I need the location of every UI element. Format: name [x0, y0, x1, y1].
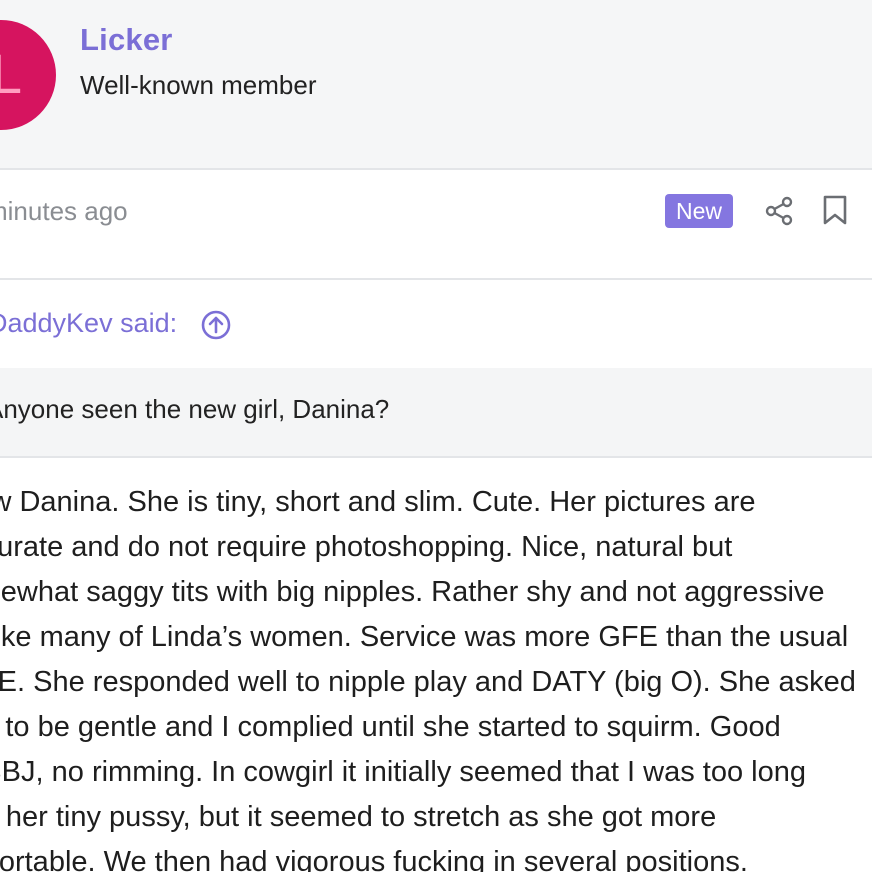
post-line: for her tiny pussy, but it seemed to str… [0, 801, 717, 833]
share-icon[interactable] [764, 196, 794, 226]
forum-post: L Licker Well-known member minutes ago N… [0, 0, 872, 872]
post-timestamp[interactable]: minutes ago [0, 196, 128, 227]
post-line: accurate and do not require photoshoppin… [0, 531, 733, 563]
quote-text: Anyone seen the new girl, Danina? [0, 394, 390, 424]
post-line: Saw Danina. She is tiny, short and slim.… [0, 486, 756, 518]
arrow-up-circle-icon[interactable] [200, 309, 232, 341]
quote-block: Anyone seen the new girl, Danina? [0, 368, 872, 458]
avatar-letter: L [0, 42, 22, 105]
post-line: comfortable. We then had vigorous fuckin… [0, 846, 748, 872]
post-meta-bar: minutes ago New [0, 170, 872, 280]
post-user-header: L Licker Well-known member [0, 0, 872, 170]
quote-author-link[interactable]: DaddyKev said: [0, 308, 177, 339]
post-line: me to be gentle and I complied until she… [0, 711, 781, 743]
username-link[interactable]: Licker [80, 22, 173, 58]
post-body: Saw Danina. She is tiny, short and slim.… [0, 458, 872, 872]
user-title: Well-known member [80, 70, 317, 100]
post-line: BBBJ, no rimming. In cowgirl it initiall… [0, 756, 806, 788]
quote-header: DaddyKev said: [0, 280, 872, 368]
new-badge: New [665, 194, 733, 228]
post-line: like many of Linda’s women. Service was … [0, 621, 849, 653]
bookmark-icon[interactable] [820, 194, 850, 226]
post-line: somewhat saggy tits with big nipples. Ra… [0, 576, 825, 608]
post-line: PSE. She responded well to nipple play a… [0, 666, 856, 698]
avatar[interactable]: L [0, 20, 56, 130]
